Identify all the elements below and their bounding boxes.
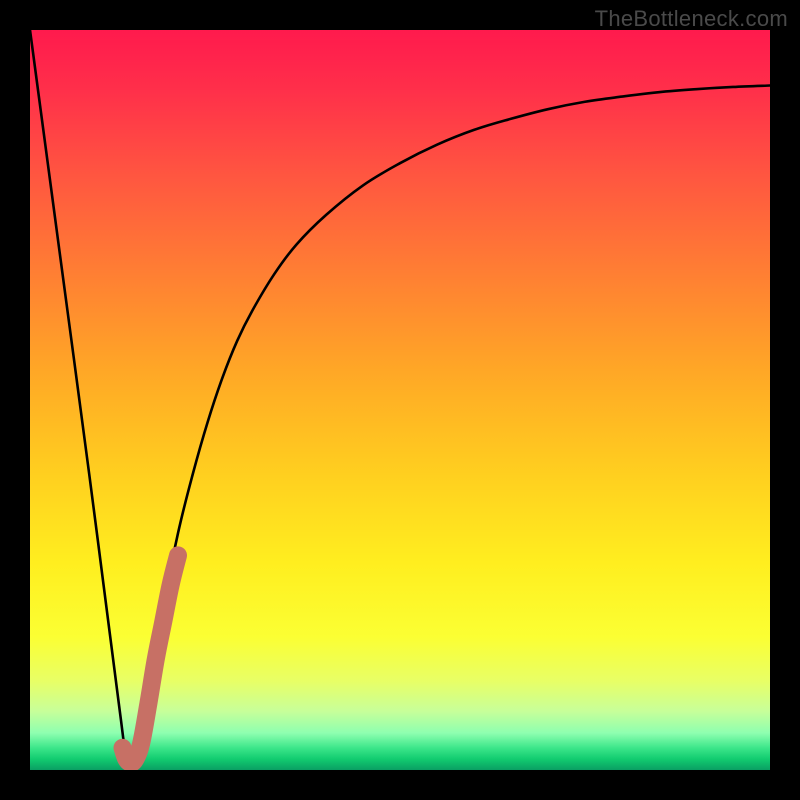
chart-frame: TheBottleneck.com <box>0 0 800 800</box>
highlight-segment <box>123 555 179 762</box>
plot-area <box>30 30 770 770</box>
curve-layer <box>30 30 770 770</box>
bottleneck-curve <box>30 30 770 764</box>
watermark-text: TheBottleneck.com <box>595 6 788 32</box>
